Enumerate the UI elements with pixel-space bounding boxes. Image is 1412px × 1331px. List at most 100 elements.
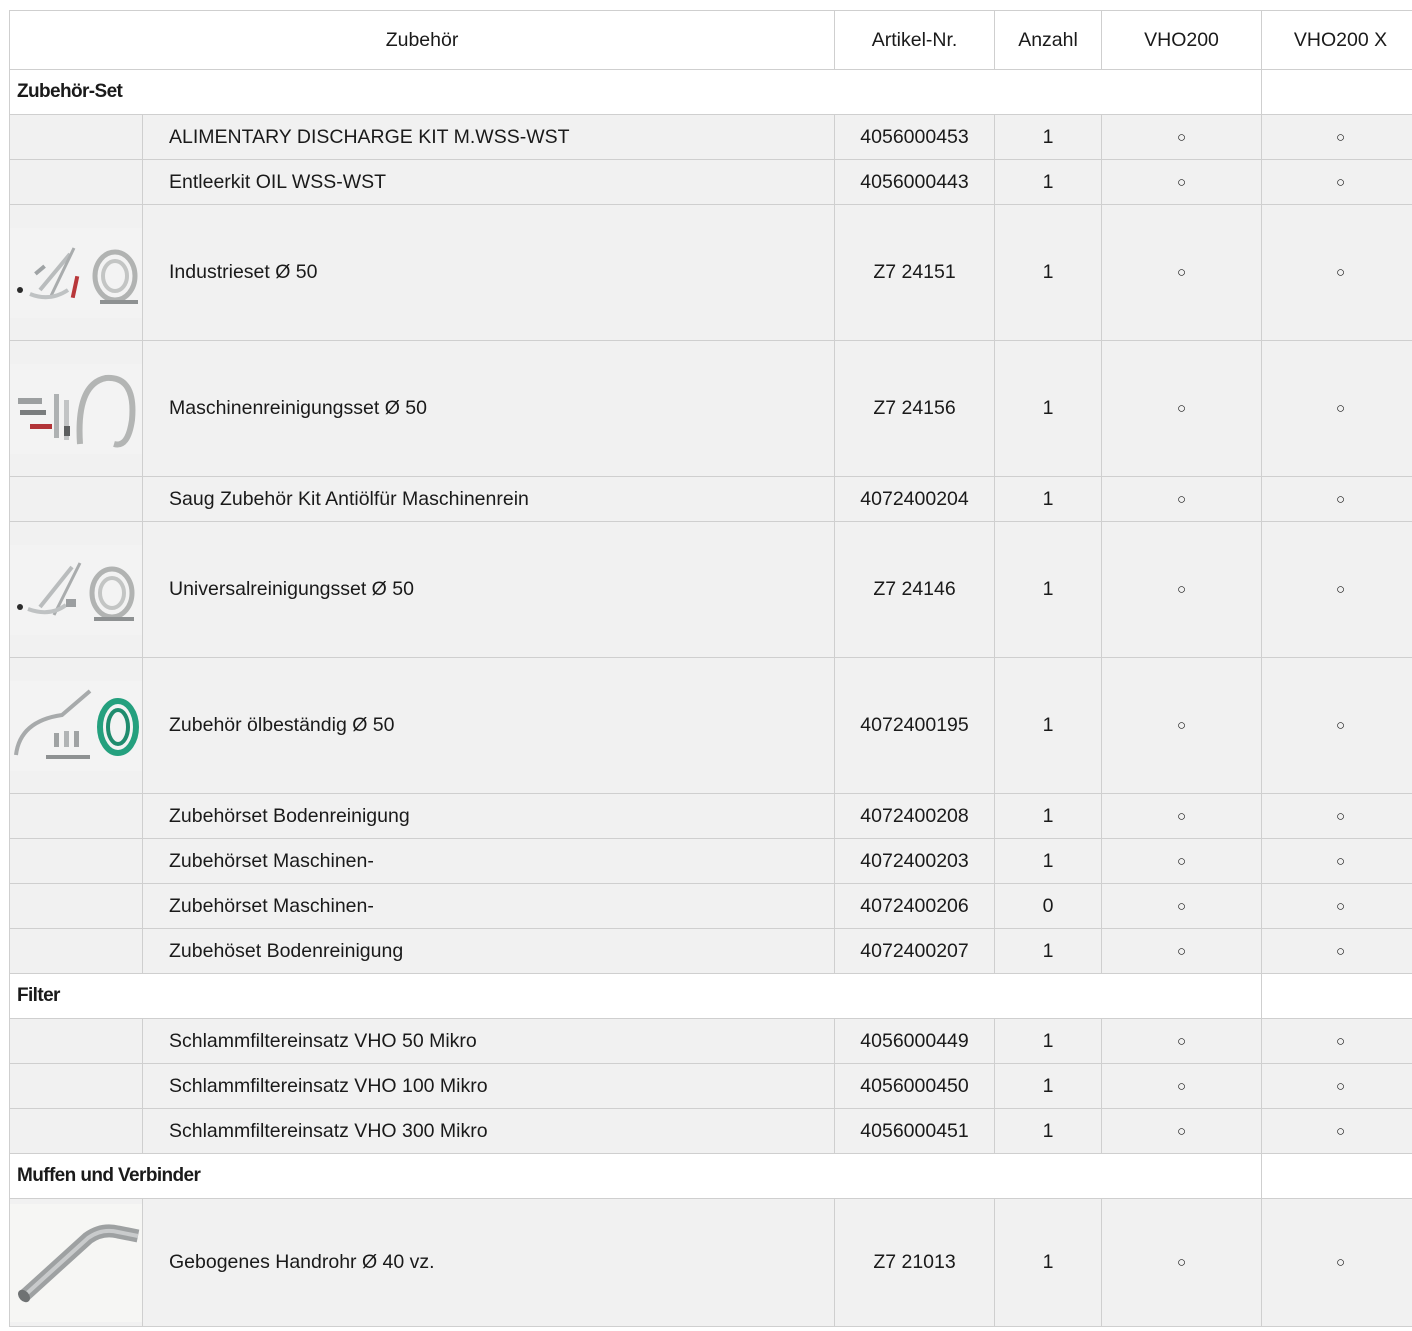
item-name: ALIMENTARY DISCHARGE KIT M.WSS-WST: [141, 114, 836, 160]
header-article-no: Artikel-Nr.: [834, 10, 996, 70]
item-quantity: 0: [994, 883, 1103, 929]
item-article-no: 4072400207: [834, 928, 996, 974]
oil-resistant-set-thumbnail: [10, 680, 142, 771]
section-title: Filter: [8, 973, 1263, 1019]
availability-vho200: ○: [1101, 521, 1263, 658]
table-row: Maschinenreinigungsset Ø 50 Z7 24156 1 ○…: [9, 340, 1412, 477]
table-row: Saug Zubehör Kit Antiölfür Maschinenrein…: [9, 476, 1412, 522]
item-article-no: 4072400195: [834, 657, 996, 794]
item-quantity: 1: [994, 928, 1103, 974]
item-name: Universalreinigungsset Ø 50: [141, 521, 836, 658]
availability-vho200: ○: [1101, 793, 1263, 839]
item-article-no: Z7 24151: [834, 204, 996, 341]
section-title: Muffen und Verbinder: [8, 1153, 1263, 1199]
table-row: Industrieset Ø 50 Z7 24151 1 ○ ○: [9, 204, 1412, 341]
availability-vho200: ○: [1101, 1198, 1263, 1327]
bent-hand-tube-thumbnail: [10, 1203, 142, 1322]
item-article-no: 4056000443: [834, 159, 996, 205]
item-quantity: 1: [994, 204, 1103, 341]
availability-vho200: ○: [1101, 657, 1263, 794]
item-name: Schlammfiltereinsatz VHO 300 Mikro: [141, 1108, 836, 1154]
section-row: Zubehör-Set: [8, 69, 1412, 115]
item-quantity: 1: [994, 1018, 1103, 1064]
item-quantity: 1: [994, 657, 1103, 794]
header-model-vho200x: VHO200 X: [1261, 10, 1412, 70]
availability-vho200x: ○: [1261, 883, 1412, 929]
item-quantity: 1: [994, 793, 1103, 839]
section-title: Zubehör-Set: [8, 69, 1263, 115]
availability-vho200x: ○: [1261, 838, 1412, 884]
item-quantity: 1: [994, 1063, 1103, 1109]
section-row: Filter: [8, 973, 1412, 1019]
item-name: Gebogenes Handrohr Ø 40 vz.: [141, 1198, 836, 1327]
table-row: Gebogenes Handrohr Ø 40 vz. Z7 21013 1 ○…: [9, 1198, 1412, 1327]
industrial-set-thumbnail: [10, 227, 142, 318]
item-quantity: 1: [994, 838, 1103, 884]
item-name: Entleerkit OIL WSS-WST: [141, 159, 836, 205]
availability-vho200: ○: [1101, 1063, 1263, 1109]
item-name: Zubehörset Maschinen-: [141, 838, 836, 884]
item-article-no: 4056000453: [834, 114, 996, 160]
item-article-no: 4072400208: [834, 793, 996, 839]
item-quantity: 1: [994, 159, 1103, 205]
table-row: Schlammfiltereinsatz VHO 300 Mikro 40560…: [9, 1108, 1412, 1154]
item-article-no: 4056000450: [834, 1063, 996, 1109]
item-article-no: Z7 24146: [834, 521, 996, 658]
item-quantity: 1: [994, 1198, 1103, 1327]
item-article-no: Z7 24156: [834, 340, 996, 477]
item-article-no: 4056000449: [834, 1018, 996, 1064]
item-name: Industrieset Ø 50: [141, 204, 836, 341]
availability-vho200: ○: [1101, 114, 1263, 160]
availability-vho200x: ○: [1261, 114, 1412, 160]
item-name: Schlammfiltereinsatz VHO 50 Mikro: [141, 1018, 836, 1064]
availability-vho200: ○: [1101, 883, 1263, 929]
availability-vho200x: ○: [1261, 521, 1412, 658]
availability-vho200x: ○: [1261, 159, 1412, 205]
item-article-no: 4056000451: [834, 1108, 996, 1154]
item-article-no: 4072400204: [834, 476, 996, 522]
availability-vho200: ○: [1101, 928, 1263, 974]
table-row: ALIMENTARY DISCHARGE KIT M.WSS-WST 40560…: [9, 114, 1412, 160]
table-row: Zubehörset Maschinen- 4072400203 1 ○ ○: [9, 838, 1412, 884]
section-row: Muffen und Verbinder: [8, 1153, 1412, 1199]
availability-vho200: ○: [1101, 1018, 1263, 1064]
availability-vho200: ○: [1101, 204, 1263, 341]
availability-vho200x: ○: [1261, 1018, 1412, 1064]
availability-vho200x: ○: [1261, 1198, 1412, 1327]
table-row: Universalreinigungsset Ø 50 Z7 24146 1 ○…: [9, 521, 1412, 658]
item-article-no: 4072400206: [834, 883, 996, 929]
item-name: Schlammfiltereinsatz VHO 100 Mikro: [141, 1063, 836, 1109]
header-row: Zubehör Artikel-Nr. Anzahl VHO200 VHO200…: [8, 10, 1412, 70]
availability-vho200x: ○: [1261, 204, 1412, 341]
availability-vho200: ○: [1101, 159, 1263, 205]
availability-vho200: ○: [1101, 340, 1263, 477]
table-row: Entleerkit OIL WSS-WST 4056000443 1 ○ ○: [9, 159, 1412, 205]
table-row: Zubehörset Maschinen- 4072400206 0 ○ ○: [9, 883, 1412, 929]
availability-vho200: ○: [1101, 838, 1263, 884]
item-name: Maschinenreinigungsset Ø 50: [141, 340, 836, 477]
item-quantity: 1: [994, 1108, 1103, 1154]
item-quantity: 1: [994, 476, 1103, 522]
item-name: Zubehöset Bodenreinigung: [141, 928, 836, 974]
availability-vho200x: ○: [1261, 476, 1412, 522]
availability-vho200: ○: [1101, 476, 1263, 522]
table-row: Zubehöset Bodenreinigung 4072400207 1 ○ …: [9, 928, 1412, 974]
item-name: Zubehörset Bodenreinigung: [141, 793, 836, 839]
header-model-vho200: VHO200: [1101, 10, 1263, 70]
table-row: Schlammfiltereinsatz VHO 50 Mikro 405600…: [9, 1018, 1412, 1064]
header-accessory: Zubehör: [8, 10, 836, 70]
universal-cleaning-set-thumbnail: [10, 544, 142, 635]
availability-vho200x: ○: [1261, 1108, 1412, 1154]
item-quantity: 1: [994, 114, 1103, 160]
item-name: Saug Zubehör Kit Antiölfür Maschinenrein: [141, 476, 836, 522]
availability-vho200x: ○: [1261, 340, 1412, 477]
machine-cleaning-set-thumbnail: [10, 363, 142, 454]
availability-vho200x: ○: [1261, 928, 1412, 974]
item-article-no: 4072400203: [834, 838, 996, 884]
table-row: Schlammfiltereinsatz VHO 100 Mikro 40560…: [9, 1063, 1412, 1109]
availability-vho200x: ○: [1261, 657, 1412, 794]
table-row: Zubehörset Bodenreinigung 4072400208 1 ○…: [9, 793, 1412, 839]
item-name: Zubehör ölbeständig Ø 50: [141, 657, 836, 794]
table-row: Zubehör ölbeständig Ø 50 4072400195 1 ○ …: [9, 657, 1412, 794]
accessories-table: Zubehör Artikel-Nr. Anzahl VHO200 VHO200…: [8, 10, 1412, 1327]
